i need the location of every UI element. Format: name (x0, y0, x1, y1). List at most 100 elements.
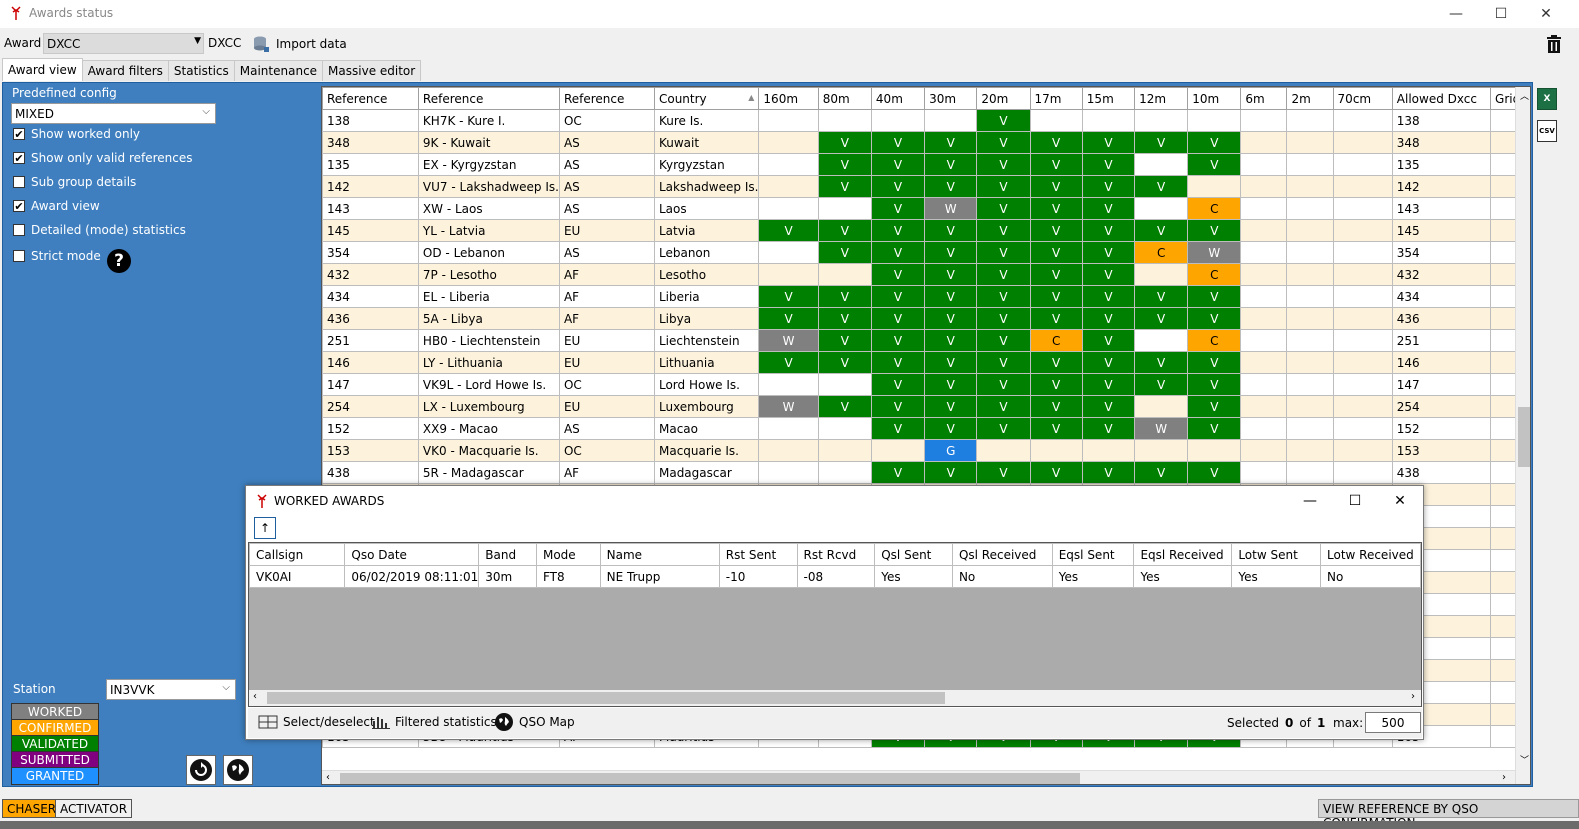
band-status-cell[interactable]: V (870, 241, 926, 264)
band-status-cell[interactable] (758, 439, 819, 462)
band-status-cell[interactable]: V (924, 373, 978, 396)
band-status-cell[interactable]: V (1081, 197, 1136, 220)
table-cell[interactable]: 432 (1391, 263, 1492, 286)
column-header[interactable]: 15m (1081, 87, 1136, 110)
import-data-button[interactable]: Import data (252, 33, 347, 55)
band-status-cell[interactable] (1240, 197, 1288, 220)
band-status-cell[interactable] (1134, 197, 1189, 220)
table-cell[interactable]: Libya (653, 307, 760, 330)
band-status-cell[interactable]: V (1081, 417, 1136, 440)
band-status-cell[interactable]: V (1029, 461, 1083, 484)
band-status-cell[interactable]: V (870, 417, 926, 440)
band-status-cell[interactable]: V (924, 351, 978, 374)
table-cell[interactable]: Laos (653, 197, 760, 220)
band-status-cell[interactable] (976, 439, 1031, 462)
band-status-cell[interactable] (1332, 153, 1393, 176)
band-status-cell[interactable] (1286, 351, 1334, 374)
max-records-input[interactable]: 500 (1365, 712, 1421, 733)
band-status-cell[interactable]: V (976, 153, 1031, 176)
table-cell[interactable]: Lebanon (653, 241, 760, 264)
table-cell[interactable]: 145 (1391, 219, 1492, 242)
band-status-cell[interactable]: V (976, 329, 1031, 352)
close-button[interactable]: ✕ (1523, 0, 1569, 28)
table-cell[interactable]: 146 (322, 351, 419, 374)
csv-export-icon[interactable]: CSV (1537, 120, 1557, 142)
column-header[interactable]: Reference (558, 87, 655, 110)
band-status-cell[interactable]: V (924, 219, 978, 242)
table-cell[interactable]: Yes (874, 565, 953, 588)
table-row[interactable]: 146 LY - Lithuania EU Lithuania V V V V V V V V V 146 (322, 351, 1530, 374)
band-status-cell[interactable] (1286, 439, 1334, 462)
band-status-cell[interactable]: V (870, 461, 926, 484)
band-status-cell[interactable] (1332, 395, 1393, 418)
grid-vertical-scrollbar[interactable]: ︿ ﹀ (1515, 87, 1530, 784)
band-status-cell[interactable]: V (1187, 351, 1242, 374)
table-cell[interactable]: YL - Latvia (417, 219, 560, 242)
band-status-cell[interactable]: C (1187, 329, 1242, 352)
table-cell[interactable]: -08 (796, 565, 876, 588)
band-status-cell[interactable] (817, 439, 872, 462)
table-cell[interactable]: VK0AI (249, 565, 346, 588)
band-status-cell[interactable] (1240, 417, 1288, 440)
sort-up-button[interactable]: ↑ (254, 517, 276, 539)
checkbox-award-view[interactable]: ✔ Award view (13, 199, 100, 213)
chevron-up-icon[interactable]: ︿ (1520, 89, 1529, 102)
band-status-cell[interactable]: V (1029, 219, 1083, 242)
table-cell[interactable]: Yes (1231, 565, 1321, 588)
column-header[interactable]: Eqsl Sent (1051, 543, 1135, 566)
band-status-cell[interactable]: V (976, 461, 1031, 484)
band-status-cell[interactable]: V (1134, 307, 1189, 330)
band-status-cell[interactable] (1286, 263, 1334, 286)
table-row[interactable]: 438 5R - Madagascar AF Madagascar V V V V V V V 438 (322, 461, 1530, 484)
band-status-cell[interactable]: V (870, 175, 926, 198)
table-row[interactable]: 138 KH7K - Kure I. OC Kure Is. V 138 (322, 109, 1530, 132)
band-status-cell[interactable] (1240, 131, 1288, 154)
column-header[interactable]: Qsl Received (951, 543, 1053, 566)
table-cell[interactable]: Liberia (653, 285, 760, 308)
table-cell[interactable]: XX9 - Macao (417, 417, 560, 440)
band-status-cell[interactable] (1286, 219, 1334, 242)
band-status-cell[interactable]: V (758, 351, 819, 374)
chevron-right-icon[interactable]: › (1411, 691, 1415, 702)
band-status-cell[interactable] (1240, 263, 1288, 286)
table-row[interactable]: 145 YL - Latvia EU Latvia V V V V V V V V V 145 (322, 219, 1530, 242)
band-status-cell[interactable]: V (870, 153, 926, 176)
checkbox-show-only-valid-references[interactable]: ✔ Show only valid references (13, 151, 193, 165)
table-cell[interactable]: VK9L - Lord Howe Is. (417, 373, 560, 396)
band-status-cell[interactable] (758, 197, 819, 220)
band-status-cell[interactable] (1240, 461, 1288, 484)
table-row[interactable]: 354 OD - Lebanon AS Lebanon V V V V V V C W 354 (322, 241, 1530, 264)
band-status-cell[interactable]: V (1134, 285, 1189, 308)
band-status-cell[interactable] (758, 263, 819, 286)
band-status-cell[interactable]: V (1029, 175, 1083, 198)
column-header[interactable]: 10m (1187, 87, 1242, 110)
table-cell[interactable]: 432 (322, 263, 419, 286)
band-status-cell[interactable] (817, 461, 872, 484)
column-header[interactable]: 80m (817, 87, 872, 110)
band-status-cell[interactable] (1332, 417, 1393, 440)
band-status-cell[interactable] (1240, 285, 1288, 308)
column-header[interactable]: 70cm (1332, 87, 1393, 110)
table-cell[interactable]: 254 (1391, 395, 1492, 418)
band-status-cell[interactable] (1081, 439, 1136, 462)
band-status-cell[interactable]: W (1187, 241, 1242, 264)
table-cell[interactable]: HB0 - Liechtenstein (417, 329, 560, 352)
band-status-cell[interactable] (1240, 175, 1288, 198)
band-status-cell[interactable]: V (1081, 219, 1136, 242)
table-cell[interactable]: 9K - Kuwait (417, 131, 560, 154)
band-status-cell[interactable]: V (1029, 241, 1083, 264)
table-row[interactable]: 153 VK0 - Macquarie Is. OC Macquarie Is. G 15… (322, 439, 1530, 462)
tab-massive-editor[interactable]: Massive editor (322, 60, 422, 81)
band-status-cell[interactable] (1286, 175, 1334, 198)
band-status-cell[interactable]: V (1134, 351, 1189, 374)
dialog-close-button[interactable]: ✕ (1378, 488, 1422, 514)
table-row[interactable]: 152 XX9 - Macao AS Macao V V V V V W V 152 (322, 417, 1530, 440)
column-header[interactable]: Reference (417, 87, 560, 110)
column-header[interactable]: Eqsl Received (1133, 543, 1233, 566)
column-header[interactable]: Rst Sent (718, 543, 798, 566)
band-status-cell[interactable]: V (1081, 285, 1136, 308)
dialog-horizontal-scrollbar[interactable]: ‹ › (249, 690, 1421, 706)
column-header[interactable]: Mode (535, 543, 601, 566)
table-cell[interactable]: EU (558, 219, 655, 242)
grid-hscroll-thumb[interactable] (340, 773, 1080, 784)
